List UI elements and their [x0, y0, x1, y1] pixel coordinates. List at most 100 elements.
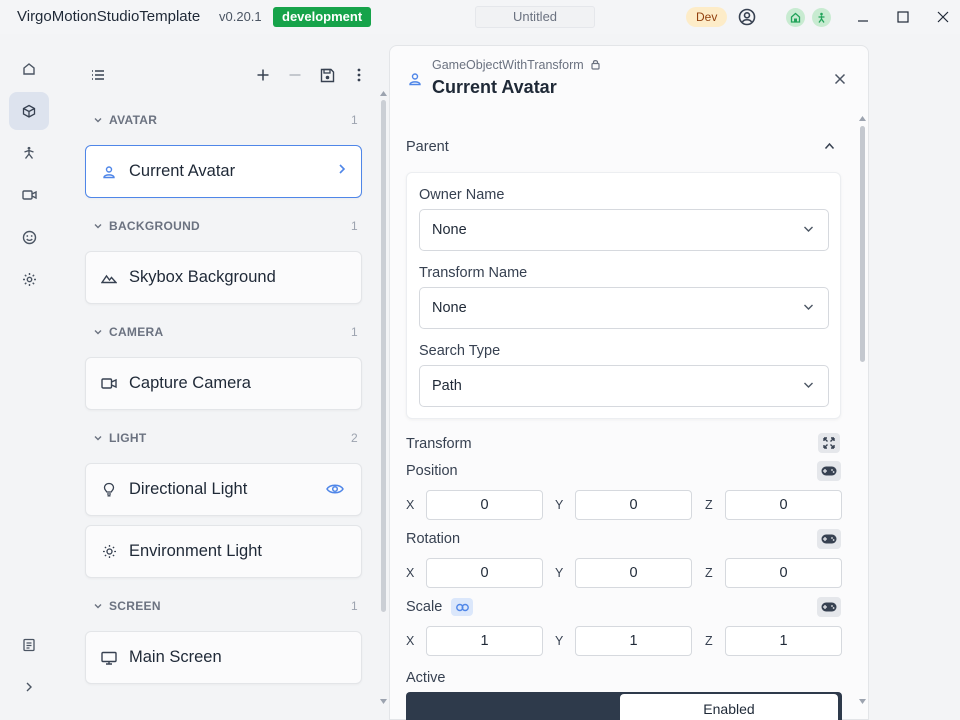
scale-y-label: Y	[555, 634, 564, 648]
rotation-gamepad-button[interactable]	[817, 529, 841, 549]
link-icon	[455, 603, 469, 611]
owner-name-select[interactable]: None	[419, 209, 829, 251]
scale-link-toggle[interactable]	[451, 598, 473, 616]
category-name: AVATAR	[109, 113, 158, 127]
save-icon	[320, 68, 334, 82]
inspector-title: Current Avatar	[432, 77, 557, 97]
scale-z-input[interactable]: 1	[725, 626, 842, 656]
category-count: 1	[351, 599, 358, 613]
chevron-down-icon	[94, 118, 102, 123]
status-building-icon[interactable]	[785, 7, 805, 27]
position-y-label: Y	[555, 498, 564, 512]
object-item-current-avatar[interactable]: Current Avatar	[85, 145, 362, 198]
object-item-directional-light[interactable]: Directional Light	[85, 463, 362, 516]
inspector-subtitle: GameObjectWithTransform	[432, 58, 600, 72]
chevron-down-icon	[94, 224, 102, 229]
lightbulb-icon	[101, 482, 117, 498]
rotation-y-label: Y	[555, 566, 564, 580]
minus-icon	[289, 74, 301, 76]
category-name: BACKGROUND	[109, 219, 200, 233]
rotation-label: Rotation	[406, 531, 461, 547]
rotation-x-label: X	[406, 566, 415, 580]
object-item-skybox-background[interactable]: Skybox Background	[85, 251, 362, 304]
inspector-scrollbar[interactable]	[860, 126, 865, 362]
document-title[interactable]: Untitled	[475, 6, 595, 28]
parent-section-label[interactable]: Parent	[406, 139, 449, 155]
category-screen-header[interactable]: SCREEN 1	[92, 596, 362, 616]
rail-face-button[interactable]	[9, 218, 49, 256]
chevron-up-icon[interactable]	[824, 142, 835, 150]
close-inspector-icon[interactable]	[834, 73, 846, 85]
owner-name-value: None	[432, 222, 467, 238]
search-type-select[interactable]: Path	[419, 365, 829, 407]
scroll-down-arrow-icon[interactable]	[859, 699, 866, 704]
document-list-icon	[23, 638, 35, 652]
close-window-icon[interactable]	[933, 7, 953, 27]
category-count: 1	[351, 219, 358, 233]
rotation-x-input[interactable]: 0	[426, 558, 543, 588]
object-item-label: Environment Light	[129, 542, 262, 560]
status-motion-icon[interactable]	[811, 7, 831, 27]
position-x-input[interactable]: 0	[426, 490, 543, 520]
scale-y-input[interactable]: 1	[575, 626, 692, 656]
scale-z-label: Z	[705, 634, 713, 648]
category-count: 1	[351, 325, 358, 339]
chevron-down-icon	[94, 436, 102, 441]
gear-icon	[22, 272, 36, 286]
scale-x-input[interactable]: 1	[426, 626, 543, 656]
scale-gamepad-button[interactable]	[817, 597, 841, 617]
category-light-header[interactable]: LIGHT 2	[92, 428, 362, 448]
chevron-down-icon	[804, 304, 813, 310]
object-item-label: Main Screen	[129, 648, 222, 666]
rail-objects-button[interactable]	[9, 92, 49, 130]
more-options-button[interactable]	[349, 65, 369, 85]
list-view-icon[interactable]	[90, 67, 106, 83]
eye-visibility-icon[interactable]	[326, 483, 344, 495]
transform-fullscreen-button[interactable]	[818, 433, 840, 453]
hierarchy-scrollbar[interactable]	[381, 100, 386, 612]
rail-log-button[interactable]	[9, 626, 49, 664]
rotation-z-input[interactable]: 0	[725, 558, 842, 588]
add-object-button[interactable]	[253, 65, 273, 85]
person-icon	[408, 72, 422, 86]
dev-mode-badge[interactable]: Dev	[686, 7, 728, 27]
video-camera-icon	[101, 376, 117, 392]
remove-object-button[interactable]	[285, 65, 305, 85]
category-background-header[interactable]: BACKGROUND 1	[92, 216, 362, 236]
rail-home-button[interactable]	[9, 50, 49, 88]
rail-expand-button[interactable]	[9, 668, 49, 706]
object-item-label: Capture Camera	[129, 374, 251, 392]
position-y-input[interactable]: 0	[575, 490, 692, 520]
chevron-right-icon	[337, 163, 347, 175]
rotation-y-input[interactable]: 0	[575, 558, 692, 588]
owner-name-label: Owner Name	[419, 187, 505, 203]
object-item-capture-camera[interactable]: Capture Camera	[85, 357, 362, 410]
transform-name-select[interactable]: None	[419, 287, 829, 329]
maximize-icon[interactable]	[893, 7, 913, 27]
object-item-environment-light[interactable]: Environment Light	[85, 525, 362, 578]
motion-icon	[24, 146, 34, 159]
object-item-main-screen[interactable]: Main Screen	[85, 631, 362, 684]
account-icon[interactable]	[737, 7, 757, 27]
scroll-down-arrow-icon[interactable]	[380, 699, 387, 704]
smiley-icon	[22, 230, 36, 244]
scale-label: Scale	[406, 599, 443, 615]
active-enabled-option[interactable]: Enabled	[620, 694, 838, 720]
category-camera-header[interactable]: CAMERA 1	[92, 322, 362, 342]
expand-arrows-icon	[823, 437, 835, 449]
rail-settings-button[interactable]	[9, 260, 49, 298]
home-icon	[23, 63, 35, 75]
rail-motion-button[interactable]	[9, 134, 49, 172]
position-gamepad-button[interactable]	[817, 461, 841, 481]
monitor-icon	[101, 650, 117, 666]
position-z-input[interactable]: 0	[725, 490, 842, 520]
scroll-up-arrow-icon[interactable]	[859, 116, 866, 121]
transform-name-value: None	[432, 300, 467, 316]
minimize-icon[interactable]	[853, 7, 873, 27]
save-button[interactable]	[317, 65, 337, 85]
category-avatar-header[interactable]: AVATAR 1	[92, 110, 362, 130]
position-label: Position	[406, 463, 458, 479]
scroll-up-arrow-icon[interactable]	[380, 91, 387, 96]
active-label: Active	[406, 670, 446, 686]
rail-camera-button[interactable]	[9, 176, 49, 214]
